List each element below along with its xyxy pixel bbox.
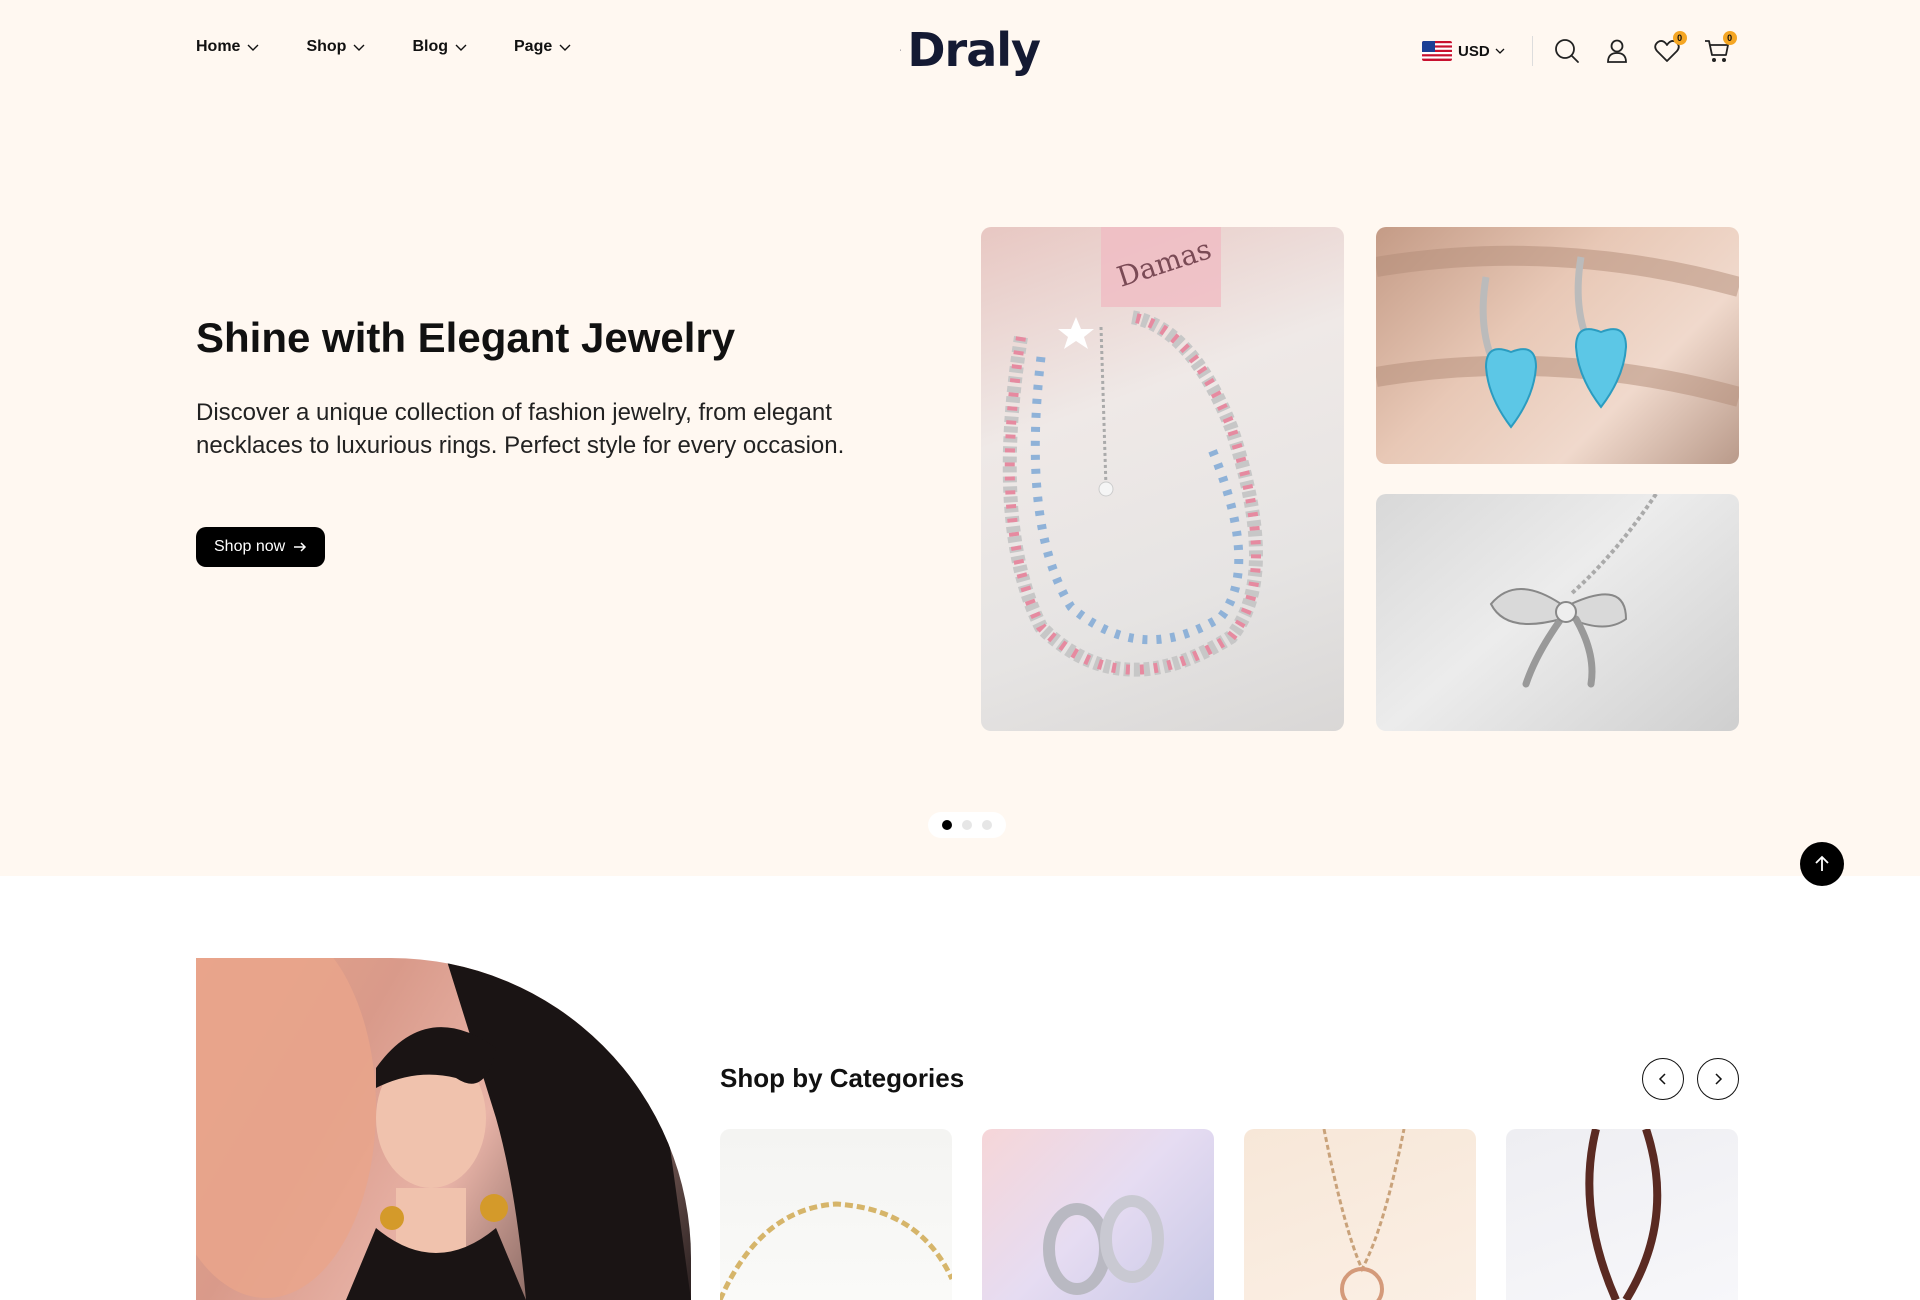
hero-description: Discover a unique collection of fashion …	[196, 399, 845, 459]
nav-item-blog[interactable]: Blog	[412, 38, 468, 56]
categories-prev-button[interactable]	[1642, 1058, 1684, 1100]
chevron-down-icon	[353, 44, 365, 51]
categories-title: Shop by Categories	[720, 1063, 965, 1093]
arrow-up-icon	[1815, 855, 1829, 871]
chevron-down-icon	[455, 44, 467, 51]
nav-item-label: Home	[196, 38, 241, 55]
nav-item-label: Page	[514, 38, 553, 55]
nav-item-page[interactable]: Page	[514, 38, 572, 56]
header-actions: USD 0 0	[1422, 31, 1737, 68]
site-logo[interactable]: Draly	[900, 22, 1041, 78]
arrow-right-icon	[294, 542, 307, 552]
chevron-down-icon	[559, 44, 571, 51]
nav-item-home[interactable]: Home	[196, 38, 260, 56]
cart-count-badge: 0	[1722, 31, 1737, 45]
carousel-dot-3[interactable]	[982, 820, 992, 830]
site-header: Home Shop Blog Page Draly USD 0 0	[0, 0, 1920, 100]
category-card-earrings[interactable]	[982, 1129, 1214, 1300]
currency-label: USD	[1458, 42, 1490, 60]
carousel-dot-2[interactable]	[962, 820, 972, 830]
hero-image-bracelet[interactable]: Damas	[981, 227, 1344, 731]
category-card-necklaces[interactable]	[1244, 1129, 1476, 1300]
cart-logo-icon	[900, 49, 902, 51]
search-button[interactable]	[1553, 37, 1581, 65]
hero-title: Shine with Elegant Jewelry	[196, 314, 736, 361]
categories-next-button[interactable]	[1697, 1058, 1739, 1100]
shop-now-label: Shop now	[214, 538, 286, 555]
nav-item-label: Shop	[306, 38, 347, 55]
user-icon	[1606, 39, 1627, 63]
main-nav: Home Shop Blog Page	[196, 38, 618, 56]
logo-text: Draly	[907, 23, 1041, 77]
header-divider	[1531, 36, 1533, 66]
category-card-bracelets[interactable]	[720, 1129, 952, 1300]
model-banner-image	[196, 958, 691, 1300]
nav-item-label: Blog	[412, 38, 448, 55]
carousel-pagination	[928, 812, 1006, 838]
hero-image-necklace[interactable]	[1376, 494, 1739, 731]
category-card-anklets[interactable]	[1506, 1129, 1738, 1300]
wishlist-button[interactable]: 0	[1653, 31, 1687, 65]
account-button[interactable]	[1603, 37, 1631, 65]
shop-now-button[interactable]: Shop now	[196, 527, 326, 567]
nav-item-shop[interactable]: Shop	[306, 38, 366, 56]
carousel-dot-1[interactable]	[942, 820, 952, 830]
hero-image-earrings[interactable]	[1376, 227, 1739, 464]
wishlist-count-badge: 0	[1672, 31, 1687, 45]
search-icon	[1554, 39, 1579, 63]
us-flag-icon	[1422, 41, 1452, 61]
currency-selector[interactable]: USD	[1458, 43, 1506, 60]
back-to-top-button[interactable]	[1800, 842, 1844, 886]
chevron-left-icon	[1658, 1073, 1666, 1085]
chevron-down-icon	[247, 44, 259, 51]
chevron-right-icon	[1715, 1073, 1723, 1085]
cart-button[interactable]: 0	[1703, 31, 1737, 65]
chevron-down-icon	[1495, 48, 1505, 54]
